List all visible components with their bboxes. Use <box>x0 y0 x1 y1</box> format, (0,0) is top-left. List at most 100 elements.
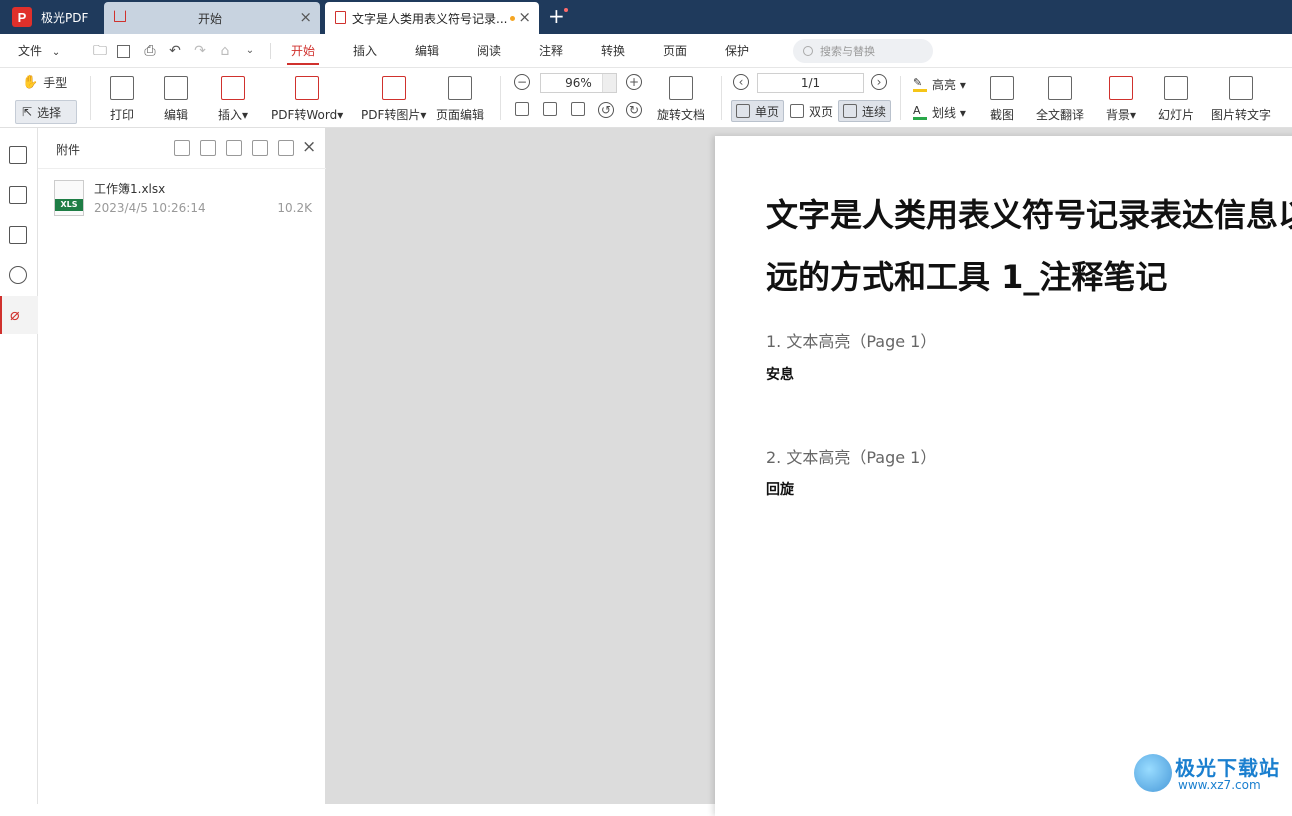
open-folder-icon[interactable]: 🗀 <box>92 43 108 59</box>
double-page-button[interactable]: 双页 <box>786 100 837 122</box>
page-number-input[interactable]: 1/1 <box>757 73 864 93</box>
watermark-title: 极光下载站 <box>1175 756 1280 780</box>
fit-page-icon <box>543 102 557 116</box>
save-icon[interactable] <box>117 45 130 58</box>
file-menu[interactable]: 文件 ⌄ <box>18 42 60 59</box>
edit-label: 编辑 <box>164 108 189 122</box>
menu-item-read[interactable]: 阅读 <box>477 42 501 59</box>
edit-button[interactable]: 编辑 <box>164 76 188 123</box>
translate-button[interactable]: 全文翻译 <box>1036 76 1084 123</box>
home-quick-icon[interactable]: ⌂ <box>217 43 233 59</box>
image-to-text-button[interactable]: 图片转文字 <box>1211 76 1271 123</box>
comment-icon[interactable] <box>9 226 27 244</box>
menu-item-start[interactable]: 开始 <box>286 42 320 65</box>
menu-item-edit[interactable]: 编辑 <box>415 42 439 59</box>
attachment-date: 2023/4/5 10:26:14 <box>94 201 206 215</box>
page-indicator: 1/1 <box>800 76 821 90</box>
print-button[interactable]: 打印 <box>110 76 134 123</box>
close-tab-document-icon[interactable]: × <box>518 10 531 25</box>
hand-tool-label: 手型 <box>43 76 68 90</box>
tab-home[interactable]: 开始 × <box>104 2 320 34</box>
document-canvas[interactable]: 文字是人类用表义符号记录表达信息以 远的方式和工具 1_注释笔记 1. 文本高亮… <box>326 128 1292 816</box>
strikeline-button[interactable]: A 划线 ▾ <box>913 104 966 121</box>
app-logo-icon: P <box>12 7 32 27</box>
thumbnail-grid-icon[interactable] <box>9 186 27 204</box>
menu-bar: 文件 ⌄ 🗀 ⎙ ↶ ↷ ⌂ ⌄ 开始 插入 编辑 阅读 注释 转换 页面 保护… <box>0 34 1292 68</box>
slideshow-button[interactable]: 幻灯片 <box>1158 76 1194 123</box>
menu-item-annotate[interactable]: 注释 <box>539 42 563 59</box>
double-page-label: 双页 <box>809 104 834 119</box>
delete-icon[interactable] <box>278 140 294 156</box>
edit-doc-icon <box>164 76 188 100</box>
actual-size-button[interactable] <box>515 102 534 116</box>
chevron-down-icon: ⌄ <box>51 47 61 58</box>
menu-item-page[interactable]: 页面 <box>663 42 687 59</box>
redo-icon[interactable]: ↷ <box>192 43 208 59</box>
document-title-line-1: 文字是人类用表义符号记录表达信息以 <box>766 196 1292 234</box>
note-text: 回旋 <box>766 482 794 498</box>
continuous-button[interactable]: 连续 <box>838 100 892 122</box>
open-folder-icon[interactable] <box>174 140 190 156</box>
file-type-tag: XLS <box>55 199 83 211</box>
close-tab-home-icon[interactable]: × <box>299 10 312 25</box>
note-heading: 2. 文本高亮（Page 1） <box>766 448 937 467</box>
select-tool-button[interactable]: ⇱ 选择 <box>15 100 77 124</box>
search-input[interactable]: 搜索与替换 <box>793 39 933 63</box>
close-panel-icon[interactable]: × <box>302 138 316 156</box>
print-quick-icon[interactable]: ⎙ <box>142 43 158 59</box>
insert-button[interactable]: 插入▾ <box>218 76 248 123</box>
single-page-button[interactable]: 单页 <box>731 100 785 122</box>
screenshot-button[interactable]: 截图 <box>990 76 1014 123</box>
divider <box>38 168 326 169</box>
pdf-to-image-button[interactable]: PDF转图片▾ <box>361 76 426 123</box>
background-button[interactable]: 背景▾ <box>1106 76 1136 123</box>
prev-page-button[interactable]: ‹ <box>733 74 749 90</box>
bookmark-icon[interactable] <box>9 146 27 164</box>
app-tab[interactable]: P 极光PDF <box>0 0 104 34</box>
globe-logo-icon <box>1134 754 1172 792</box>
zoom-select[interactable]: 96% <box>540 73 617 93</box>
save-attachment-icon[interactable] <box>200 140 216 156</box>
zoom-out-icon: − <box>514 74 530 90</box>
rotate-doc-icon <box>669 76 693 100</box>
undo-icon[interactable]: ↶ <box>167 43 183 59</box>
cursor-icon: ⇱ <box>22 105 33 119</box>
menu-item-convert[interactable]: 转换 <box>601 42 625 59</box>
pdf-to-image-label: PDF转图片▾ <box>361 108 427 122</box>
hand-tool-button[interactable]: ✋ 手型 <box>22 74 67 91</box>
rotate-right-button[interactable]: ↻ <box>626 102 642 118</box>
next-page-button[interactable]: › <box>871 74 887 90</box>
menu-item-protect[interactable]: 保护 <box>725 42 749 59</box>
new-tab-button[interactable]: + <box>548 5 565 27</box>
fit-page-button[interactable] <box>543 102 562 116</box>
page-edit-button[interactable]: 页面编辑 <box>436 76 484 123</box>
menu-item-insert[interactable]: 插入 <box>353 42 377 59</box>
translate-icon <box>1048 76 1072 100</box>
add-attachment-icon[interactable] <box>226 140 242 156</box>
rotate-left-button[interactable]: ↺ <box>598 102 614 118</box>
pdf-to-word-label: PDF转Word▾ <box>271 108 344 122</box>
unsaved-dot-icon <box>510 16 515 21</box>
note-text: 安息 <box>766 367 794 383</box>
rotate-doc-label: 旋转文档 <box>657 108 706 122</box>
rotate-doc-button[interactable]: 旋转文档 <box>657 76 705 123</box>
customize-toolbar-icon[interactable]: ⌄ <box>242 43 258 59</box>
chevron-right-icon: › <box>871 74 887 90</box>
highlight-button[interactable]: ✎ 高亮 ▾ <box>913 76 966 93</box>
zoom-out-button[interactable]: − <box>514 74 530 90</box>
tab-document[interactable]: 文字是人类用表义符号记录... × <box>325 2 539 34</box>
edit-attachment-icon[interactable] <box>252 140 268 156</box>
pdf-to-word-button[interactable]: PDF转Word▾ <box>271 76 343 123</box>
chevron-down-icon[interactable] <box>602 74 616 92</box>
watermark-url: www.xz7.com <box>1178 778 1261 792</box>
attachment-item[interactable]: XLS 工作簿1.xlsx 2023/4/5 10:26:14 10.2K <box>54 180 316 220</box>
divider <box>90 76 91 120</box>
paperclip-icon[interactable]: ⌀ <box>10 306 20 324</box>
paint-bucket-icon <box>1109 76 1134 100</box>
fit-width-button[interactable] <box>571 102 590 116</box>
search-sidebar-icon[interactable] <box>9 266 27 284</box>
chevron-left-icon: ‹ <box>733 74 749 90</box>
menu-divider <box>270 43 271 59</box>
zoom-in-button[interactable]: + <box>626 74 642 90</box>
single-page-icon <box>736 104 750 118</box>
